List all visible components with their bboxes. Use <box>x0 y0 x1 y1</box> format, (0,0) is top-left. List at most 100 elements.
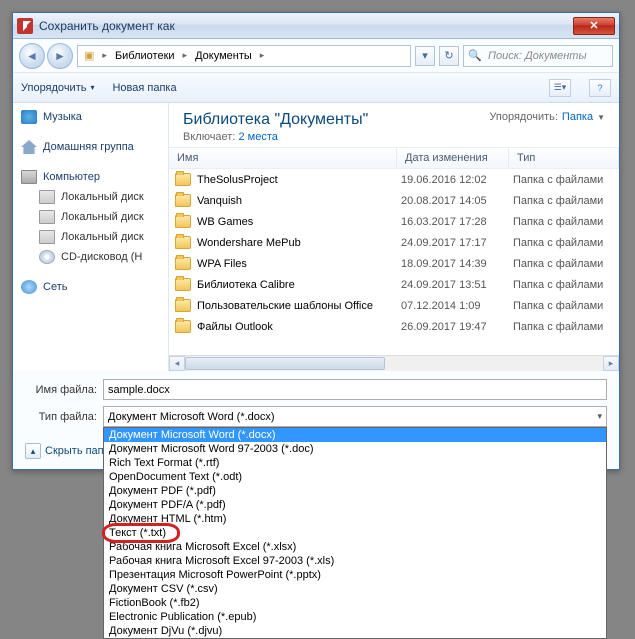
file-date: 18.09.2017 14:39 <box>401 258 513 270</box>
column-headers: Имя Дата изменения Тип <box>169 147 619 169</box>
folder-icon: ▣ <box>80 46 98 66</box>
homegroup-icon <box>21 140 37 154</box>
filetype-option[interactable]: Документ DjVu (*.djvu) <box>104 624 606 638</box>
filetype-dropdown: Документ Microsoft Word (*.docx)Документ… <box>103 427 607 639</box>
sidebar-item-localdisk[interactable]: Локальный диск <box>13 207 168 227</box>
file-date: 16.03.2017 17:28 <box>401 216 513 228</box>
file-date: 07.12.2014 1:09 <box>401 300 513 312</box>
sort-value[interactable]: Папка <box>562 111 593 123</box>
refresh-button[interactable]: ↻ <box>439 46 459 66</box>
file-type: Папка с файлами <box>513 174 619 186</box>
save-as-dialog: Сохранить документ как ✕ ◄ ► ▣ ▸ Библиот… <box>12 12 620 470</box>
file-type: Папка с файлами <box>513 279 619 291</box>
table-row[interactable]: Wondershare MePub24.09.2017 17:17Папка с… <box>169 232 619 253</box>
filetype-option[interactable]: Презентация Microsoft PowerPoint (*.pptx… <box>104 568 606 582</box>
col-name[interactable]: Имя <box>169 148 397 168</box>
chevron-icon[interactable]: ▸ <box>256 46 269 66</box>
filetype-option[interactable]: Рабочая книга Microsoft Excel (*.xlsx) <box>104 540 606 554</box>
search-input[interactable]: 🔍 Поиск: Документы <box>463 45 613 67</box>
folder-icon <box>175 236 191 249</box>
search-placeholder: Поиск: Документы <box>488 50 587 62</box>
sidebar-item-localdisk[interactable]: Локальный диск <box>13 187 168 207</box>
file-name: Wondershare MePub <box>197 237 401 249</box>
table-row[interactable]: Файлы Outlook26.09.2017 19:47Папка с фай… <box>169 316 619 337</box>
file-type: Папка с файлами <box>513 321 619 333</box>
file-type: Папка с файлами <box>513 195 619 207</box>
sidebar-item-homegroup[interactable]: Домашняя группа <box>13 137 168 157</box>
filetype-option[interactable]: FictionBook (*.fb2) <box>104 596 606 610</box>
table-row[interactable]: TheSolusProject19.06.2016 12:02Папка с ф… <box>169 169 619 190</box>
filetype-label: Тип файла: <box>25 411 103 423</box>
includes-label: Включает: <box>183 131 235 143</box>
filetype-option[interactable]: Документ PDF (*.pdf) <box>104 484 606 498</box>
sidebar-item-music[interactable]: Музыка <box>13 107 168 127</box>
filetype-option[interactable]: Документ PDF/A (*.pdf) <box>104 498 606 512</box>
close-button[interactable]: ✕ <box>573 17 615 35</box>
forward-button[interactable]: ► <box>47 43 73 69</box>
table-row[interactable]: Библиотека Calibre24.09.2017 13:51Папка … <box>169 274 619 295</box>
file-name: Файлы Outlook <box>197 321 401 333</box>
chevron-icon[interactable]: ▸ <box>98 46 111 66</box>
sidebar-item-localdisk[interactable]: Локальный диск <box>13 227 168 247</box>
filetype-option[interactable]: Документ HTML (*.htm) <box>104 512 606 526</box>
file-name: TheSolusProject <box>197 174 401 186</box>
app-icon <box>17 18 33 34</box>
sidebar-item-cddrive[interactable]: CD-дисковод (H <box>13 247 168 267</box>
library-title: Библиотека "Документы" <box>183 111 489 129</box>
file-date: 20.08.2017 14:05 <box>401 195 513 207</box>
organize-button[interactable]: Упорядочить <box>21 82 94 94</box>
help-button[interactable]: ? <box>589 79 611 97</box>
window-title: Сохранить документ как <box>39 19 573 33</box>
dropdown-button[interactable]: ▾ <box>415 46 435 66</box>
file-date: 24.09.2017 17:17 <box>401 237 513 249</box>
folder-icon <box>175 257 191 270</box>
scroll-left-button[interactable]: ◂ <box>169 356 185 371</box>
hide-folders-button[interactable]: Скрыть папки <box>25 443 115 459</box>
table-row[interactable]: Пользовательские шаблоны Office07.12.201… <box>169 295 619 316</box>
col-type[interactable]: Тип <box>509 148 619 168</box>
file-name: Библиотека Calibre <box>197 279 401 291</box>
filetype-option[interactable]: Документ Microsoft Word (*.docx) <box>104 428 606 442</box>
filename-input[interactable]: sample.docx <box>103 379 607 400</box>
search-icon: 🔍 <box>468 49 484 63</box>
scroll-thumb[interactable] <box>185 357 385 370</box>
view-button[interactable]: ☰▾ <box>549 79 571 97</box>
back-button[interactable]: ◄ <box>19 43 45 69</box>
table-row[interactable]: Vanquish20.08.2017 14:05Папка с файлами <box>169 190 619 211</box>
file-name: Пользовательские шаблоны Office <box>197 300 401 312</box>
sidebar-item-network[interactable]: Сеть <box>13 277 168 297</box>
file-list[interactable]: TheSolusProject19.06.2016 12:02Папка с ф… <box>169 169 619 355</box>
filetype-option[interactable]: OpenDocument Text (*.odt) <box>104 470 606 484</box>
file-name: Vanquish <box>197 195 401 207</box>
file-date: 24.09.2017 13:51 <box>401 279 513 291</box>
disk-icon <box>39 230 55 244</box>
filetype-option[interactable]: Текст (*.txt) <box>104 526 606 540</box>
sidebar-item-computer[interactable]: Компьютер <box>13 167 168 187</box>
chevron-icon[interactable]: ▸ <box>179 46 192 66</box>
titlebar[interactable]: Сохранить документ как ✕ <box>13 13 619 39</box>
filetype-option[interactable]: Документ Microsoft Word 97-2003 (*.doc) <box>104 442 606 456</box>
file-type: Папка с файлами <box>513 258 619 270</box>
includes-link[interactable]: 2 места <box>238 131 277 143</box>
breadcrumb-current[interactable]: Документы <box>191 46 256 66</box>
chevron-down-icon[interactable]: ▼ <box>597 113 605 122</box>
disk-icon <box>39 190 55 204</box>
new-folder-button[interactable]: Новая папка <box>112 82 176 94</box>
filename-label: Имя файла: <box>25 384 103 396</box>
col-date[interactable]: Дата изменения <box>397 148 509 168</box>
filetype-select[interactable]: Документ Microsoft Word (*.docx) <box>103 406 607 427</box>
address-bar[interactable]: ▣ ▸ Библиотеки ▸ Документы ▸ <box>77 45 411 67</box>
music-icon <box>21 110 37 124</box>
table-row[interactable]: WB Games16.03.2017 17:28Папка с файлами <box>169 211 619 232</box>
filetype-option[interactable]: Rich Text Format (*.rtf) <box>104 456 606 470</box>
folder-icon <box>175 278 191 291</box>
table-row[interactable]: WPA Files18.09.2017 14:39Папка с файлами <box>169 253 619 274</box>
filetype-option[interactable]: Рабочая книга Microsoft Excel 97-2003 (*… <box>104 554 606 568</box>
filetype-option[interactable]: Electronic Publication (*.epub) <box>104 610 606 624</box>
filetype-option[interactable]: Документ CSV (*.csv) <box>104 582 606 596</box>
scroll-right-button[interactable]: ▸ <box>603 356 619 371</box>
horizontal-scrollbar[interactable]: ◂ ▸ <box>169 355 619 371</box>
folder-icon <box>175 194 191 207</box>
breadcrumb-root[interactable]: Библиотеки <box>111 46 179 66</box>
file-date: 26.09.2017 19:47 <box>401 321 513 333</box>
